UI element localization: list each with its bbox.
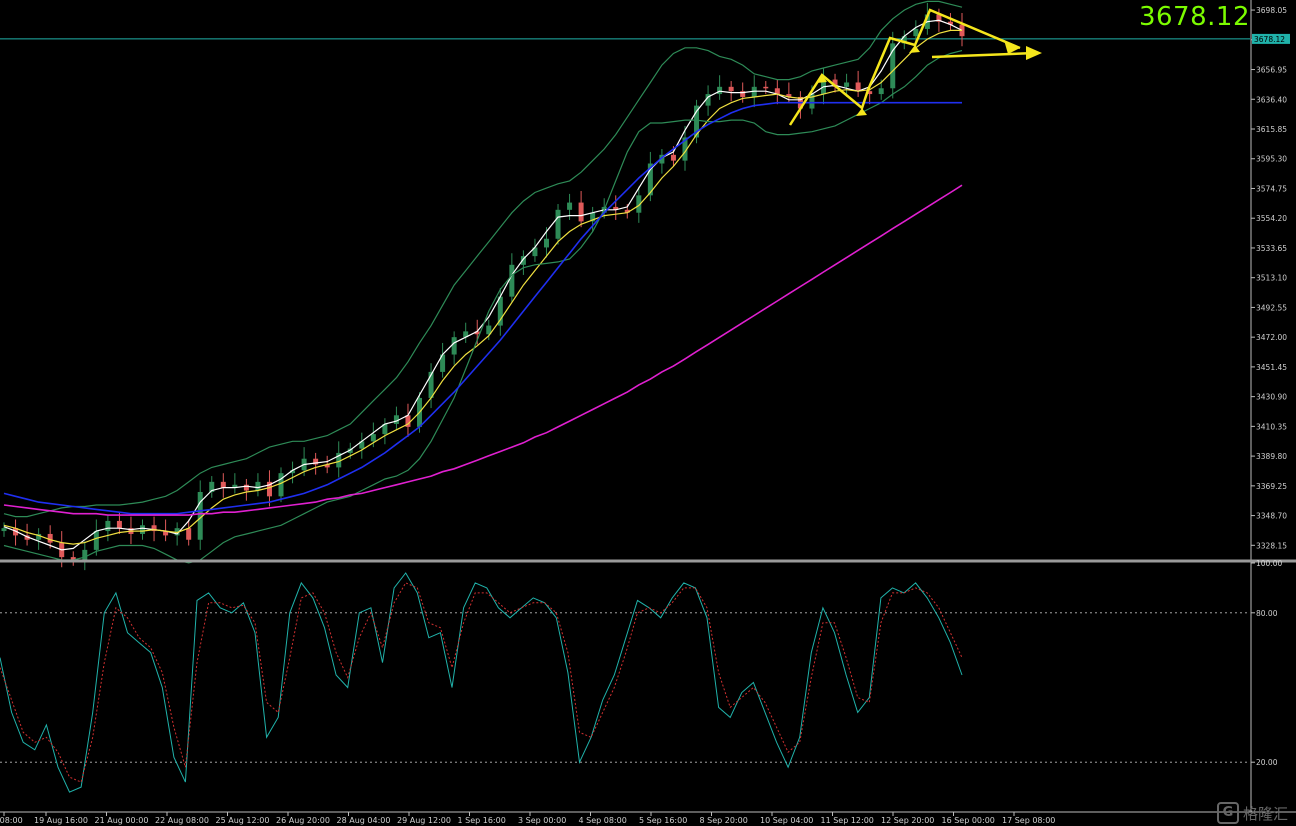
candle-body	[543, 238, 549, 248]
candle-body	[509, 264, 515, 297]
candle-body	[186, 528, 192, 540]
price-tick-label: 3574.75	[1256, 184, 1287, 193]
flat-arrowhead	[1026, 46, 1042, 60]
price-chart: 3698.053677.503656.953636.403615.853595.…	[0, 0, 1296, 825]
stoch-tick-label: 80.00	[1256, 609, 1278, 618]
candle-body	[913, 28, 919, 37]
candle-body	[278, 473, 284, 497]
price-tick-label: 3451.45	[1256, 363, 1287, 372]
watermark-logo-icon: G	[1216, 802, 1239, 824]
series-ma-long	[3, 184, 963, 516]
time-tick-label: 19 Aug 16:00	[34, 816, 88, 825]
time-tick-label: 8 Sep 20:00	[700, 816, 748, 825]
time-tick-label: g 08:00	[0, 816, 23, 825]
candle-body	[855, 82, 861, 92]
price-tick-label: 3410.35	[1256, 422, 1287, 431]
time-tick-label: 10 Sep 04:00	[760, 816, 813, 825]
candle-body	[140, 525, 146, 534]
series-stochastic-main	[0, 572, 963, 793]
time-tick-label: 22 Aug 08:00	[155, 816, 209, 825]
price-tick-label: 3636.40	[1256, 95, 1287, 104]
price-tick-label: 3430.90	[1256, 393, 1287, 402]
candle-body	[578, 202, 584, 222]
price-tick-label: 3369.25	[1256, 482, 1287, 491]
time-tick-label: 16 Sep 00:00	[942, 816, 995, 825]
candle-body	[105, 520, 111, 532]
stoch-tick-label: 20.00	[1256, 758, 1278, 767]
price-tick-label: 3389.80	[1256, 452, 1287, 461]
candle-body	[451, 337, 457, 355]
price-tick-label: 3533.65	[1256, 244, 1287, 253]
price-tick-label: 3513.10	[1256, 274, 1287, 283]
time-tick-label: 4 Sep 08:00	[579, 816, 627, 825]
price-tick-label: 3328.15	[1256, 541, 1287, 550]
price-panel	[0, 0, 1250, 571]
watermark: G 格隆汇	[1216, 802, 1288, 824]
stoch-tick-label: 100.00	[1256, 559, 1282, 568]
time-tick-label: 11 Sep 12:00	[821, 816, 874, 825]
candle-body	[93, 531, 99, 550]
series-bollinger-lower	[3, 50, 963, 564]
candle-body	[82, 549, 88, 560]
time-tick-label: 3 Sep 00:00	[518, 816, 566, 825]
candle-body	[370, 434, 376, 442]
time-tick-label: 5 Sep 16:00	[639, 816, 687, 825]
watermark-text: 格隆汇	[1242, 804, 1288, 823]
zigzag-arrowhead	[1004, 40, 1020, 54]
time-tick-label: 26 Aug 20:00	[276, 816, 330, 825]
time-tick-label: 28 Aug 04:00	[337, 816, 391, 825]
candle-body	[116, 520, 122, 529]
series-ma-mid	[3, 29, 962, 545]
price-tick-label: 3492.55	[1256, 303, 1287, 312]
series-ma-slow	[3, 101, 962, 515]
price-tick-label: 3472.00	[1256, 333, 1287, 342]
price-tick-label: 3656.95	[1256, 66, 1287, 75]
candle-body	[763, 86, 769, 89]
time-tick-label: 12 Sep 20:00	[881, 816, 934, 825]
candle-body	[220, 481, 226, 488]
time-axis: g 08:00 19 Aug 16:00 21 Aug 00:00 22 Aug 08…	[0, 811, 1296, 825]
time-tick-label: 17 Sep 08:00	[1002, 816, 1055, 825]
time-tick-label: 29 Aug 12:00	[397, 816, 451, 825]
price-tick-label: 3595.30	[1256, 155, 1287, 164]
current-price-tag-label: 3678.12	[1254, 35, 1285, 44]
candle-body	[47, 533, 53, 543]
candle-body	[255, 481, 261, 491]
price-tick-label: 3615.85	[1256, 125, 1287, 134]
time-tick-label: 1 Sep 16:00	[458, 816, 506, 825]
last-price-display: 3678.12	[1138, 2, 1250, 32]
time-tick-label: 25 Aug 12:00	[216, 816, 270, 825]
price-tick-label: 3698.05	[1256, 6, 1287, 15]
candle-body	[728, 86, 734, 92]
price-tick-label: 3348.70	[1256, 512, 1287, 521]
candle-body	[567, 202, 573, 210]
candle-body	[844, 82, 850, 87]
candle-body	[878, 88, 884, 95]
candle-body	[717, 86, 723, 95]
stochastic-panel	[0, 572, 1250, 793]
candle-body	[555, 209, 561, 239]
price-tick-label: 3554.20	[1256, 214, 1287, 223]
stochastic-axis: 100.00 80.00 20.00	[1251, 559, 1282, 767]
series-ma-fast	[3, 19, 963, 551]
candle-body	[1, 528, 7, 532]
candle-body	[670, 154, 676, 161]
zigzag-point-marker	[856, 108, 867, 116]
time-tick-label: 21 Aug 00:00	[95, 816, 149, 825]
